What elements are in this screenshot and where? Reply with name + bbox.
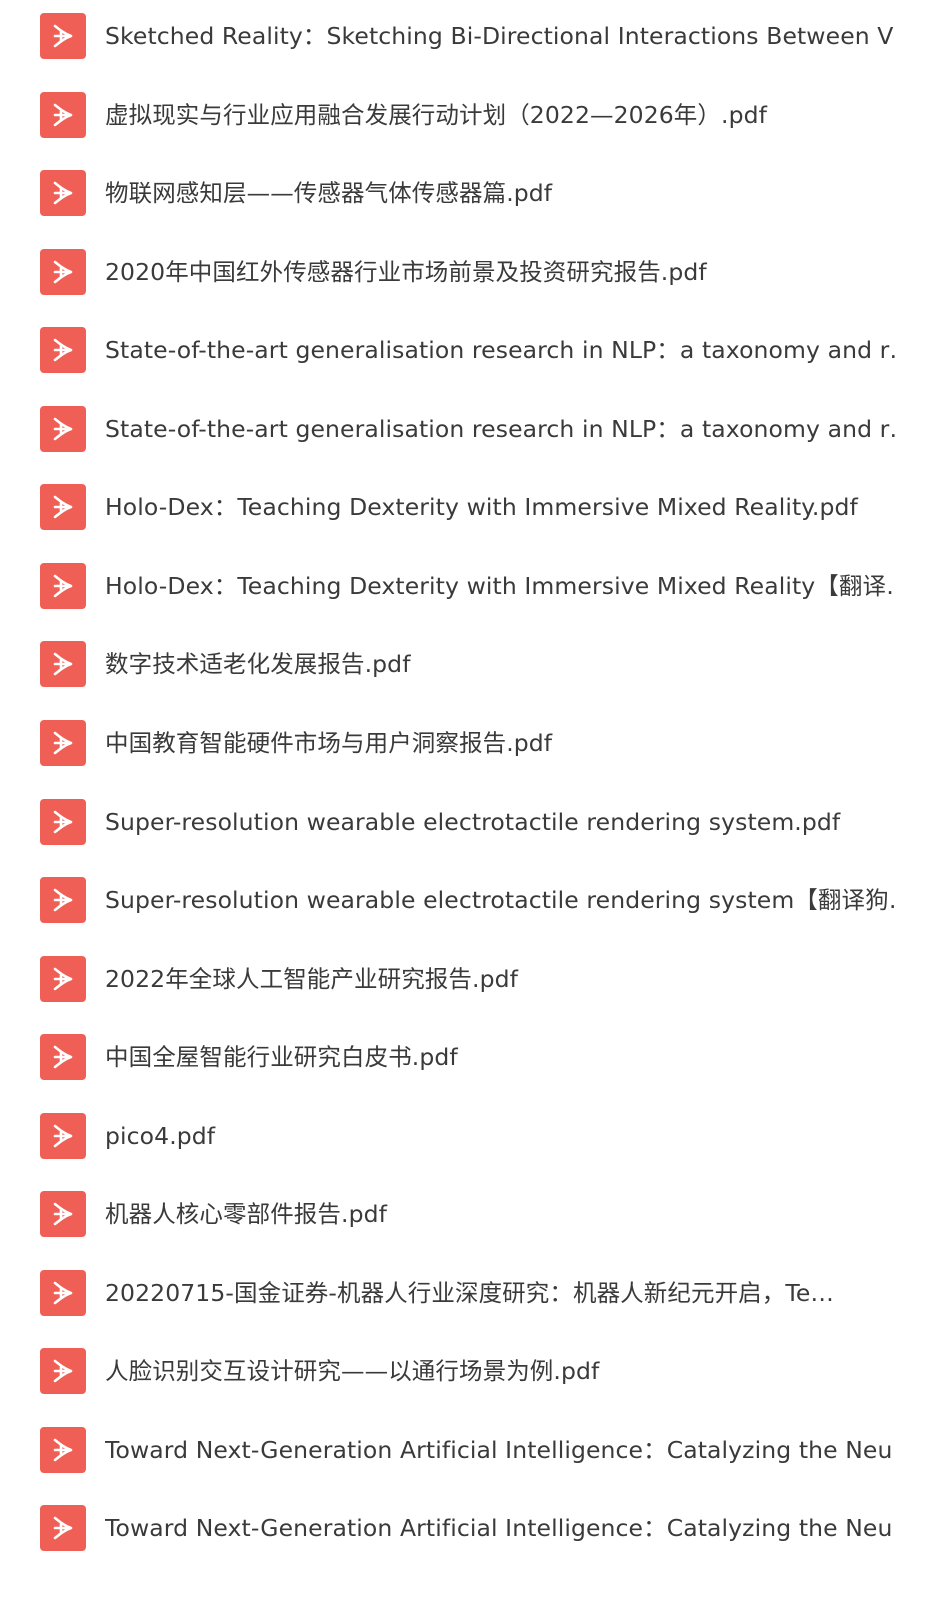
- file-name: 物联网感知层——传感器气体传感器篇.pdf: [105, 179, 553, 208]
- pdf-icon: [40, 798, 86, 845]
- file-list-item[interactable]: 2022年全球人工智能产业研究报告.pdf: [0, 940, 952, 1018]
- file-list-item[interactable]: Toward Next-Generation Artificial Intell…: [0, 1489, 952, 1567]
- file-name: 20220715-国金证券-机器人行业深度研究：机器人新纪元开启，Te…: [105, 1278, 834, 1307]
- file-name: 虚拟现实与行业应用融合发展行动计划（2022—2026年）.pdf: [105, 100, 767, 129]
- file-name: Sketched Reality：Sketching Bi-Directiona…: [105, 22, 895, 50]
- file-name: 中国全屋智能行业研究白皮书.pdf: [105, 1043, 458, 1072]
- file-name: Toward Next-Generation Artificial Intell…: [105, 1514, 895, 1543]
- pdf-icon: [40, 1426, 86, 1473]
- file-name: Super-resolution wearable electrotactile…: [105, 807, 841, 836]
- pdf-icon: [40, 641, 86, 688]
- pdf-icon: [40, 1348, 86, 1395]
- file-list-item[interactable]: Super-resolution wearable electrotactile…: [0, 783, 952, 861]
- pdf-icon: [40, 248, 86, 295]
- file-list-item[interactable]: Toward Next-Generation Artificial Intell…: [0, 1411, 952, 1489]
- file-name: Toward Next-Generation Artificial Intell…: [105, 1435, 895, 1464]
- pdf-icon: [40, 13, 86, 59]
- file-name: 中国教育智能硬件市场与用户洞察报告.pdf: [105, 728, 553, 757]
- pdf-icon: [40, 327, 86, 374]
- pdf-icon: [40, 562, 86, 609]
- file-name: 机器人核心零部件报告.pdf: [105, 1200, 387, 1229]
- file-list-item[interactable]: State-of-the-art generalisation research…: [0, 311, 952, 389]
- file-list-item[interactable]: 数字技术适老化发展报告.pdf: [0, 625, 952, 703]
- file-name: State-of-the-art generalisation research…: [105, 414, 895, 443]
- file-name: Super-resolution wearable electrotactile…: [105, 886, 895, 915]
- file-name: 人脸识别交互设计研究——以通行场景为例.pdf: [105, 1357, 600, 1386]
- file-name: 2022年全球人工智能产业研究报告.pdf: [105, 964, 518, 993]
- file-name: Holo-Dex：Teaching Dexterity with Immersi…: [105, 571, 895, 600]
- file-name: pico4.pdf: [105, 1121, 216, 1150]
- pdf-icon: [40, 1269, 86, 1316]
- file-list-item[interactable]: 中国全屋智能行业研究白皮书.pdf: [0, 1018, 952, 1096]
- pdf-icon: [40, 1034, 86, 1081]
- file-list-item[interactable]: pico4.pdf: [0, 1097, 952, 1175]
- file-list-item[interactable]: 人脸识别交互设计研究——以通行场景为例.pdf: [0, 1332, 952, 1410]
- file-list-item[interactable]: 物联网感知层——传感器气体传感器篇.pdf: [0, 154, 952, 232]
- pdf-icon: [40, 955, 86, 1002]
- file-list-item[interactable]: 虚拟现实与行业应用融合发展行动计划（2022—2026年）.pdf: [0, 76, 952, 154]
- file-name: State-of-the-art generalisation research…: [105, 336, 895, 365]
- pdf-icon: [40, 719, 86, 766]
- pdf-icon: [40, 405, 86, 452]
- pdf-icon: [40, 1191, 86, 1238]
- file-list-item[interactable]: 20220715-国金证券-机器人行业深度研究：机器人新纪元开启，Te…: [0, 1254, 952, 1332]
- file-list-item[interactable]: Sketched Reality：Sketching Bi-Directiona…: [0, 0, 952, 75]
- file-name: 2020年中国红外传感器行业市场前景及投资研究报告.pdf: [105, 257, 707, 286]
- file-name: 数字技术适老化发展报告.pdf: [105, 650, 411, 679]
- pdf-icon: [40, 1112, 86, 1159]
- pdf-icon: [40, 1505, 86, 1552]
- file-list-item[interactable]: State-of-the-art generalisation research…: [0, 390, 952, 468]
- pdf-icon: [40, 484, 86, 531]
- file-list-item[interactable]: 中国教育智能硬件市场与用户洞察报告.pdf: [0, 704, 952, 782]
- file-list-item[interactable]: Holo-Dex：Teaching Dexterity with Immersi…: [0, 547, 952, 625]
- pdf-icon: [40, 91, 86, 138]
- file-name: Holo-Dex：Teaching Dexterity with Immersi…: [105, 493, 858, 522]
- file-list-item[interactable]: 2020年中国红外传感器行业市场前景及投资研究报告.pdf: [0, 233, 952, 311]
- pdf-icon: [40, 877, 86, 924]
- pdf-icon: [40, 170, 86, 217]
- file-list-item[interactable]: Holo-Dex：Teaching Dexterity with Immersi…: [0, 468, 952, 546]
- file-list-item[interactable]: 机器人核心零部件报告.pdf: [0, 1175, 952, 1253]
- file-list-item[interactable]: Super-resolution wearable electrotactile…: [0, 861, 952, 939]
